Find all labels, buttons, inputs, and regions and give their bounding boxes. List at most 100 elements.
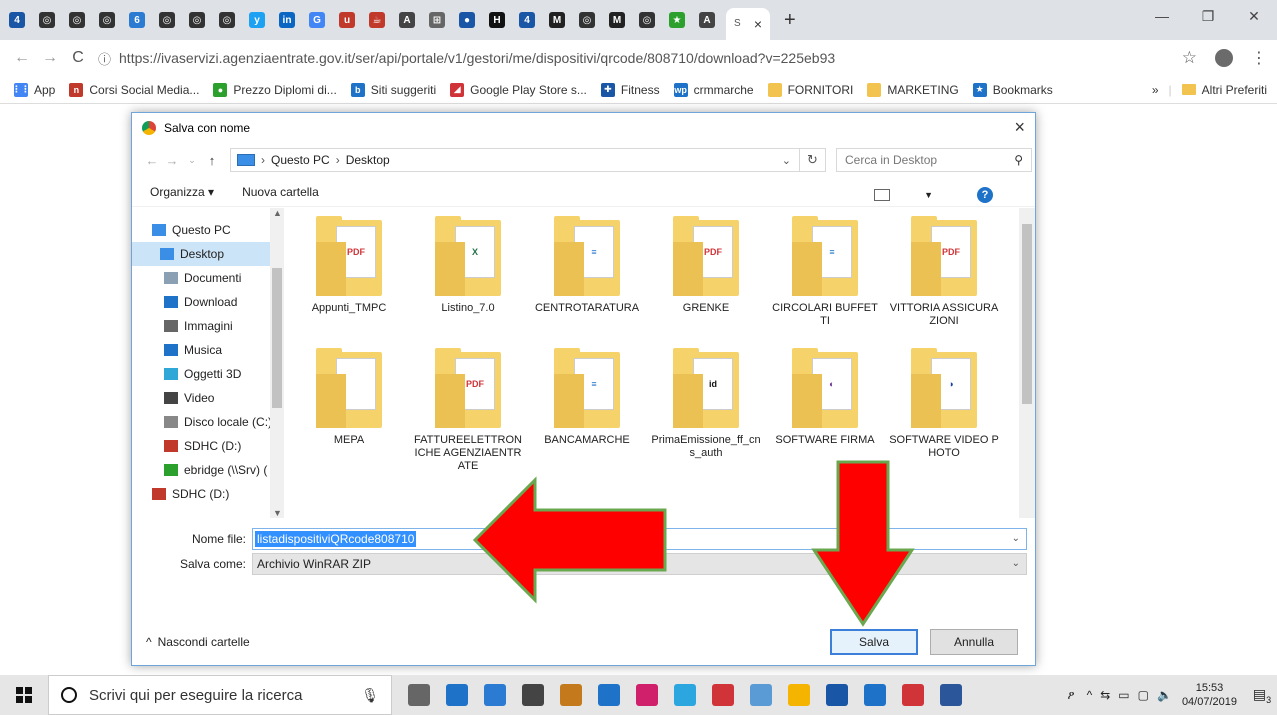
back-button[interactable]: ← (8, 49, 36, 67)
search-input[interactable]: Cerca in Desktop ⚲ (836, 148, 1032, 172)
bookmark-item[interactable]: ★ Bookmarks (972, 82, 1053, 97)
network-icon[interactable]: ⇆ (1100, 688, 1110, 702)
clock[interactable]: 15:53 04/07/2019 (1182, 681, 1237, 709)
bookmark-item[interactable]: ● Prezzo Diplomi di... (213, 82, 337, 97)
tab-item[interactable]: u (334, 6, 360, 34)
tab-item[interactable]: G (304, 6, 330, 34)
tab-item[interactable]: ◎ (214, 6, 240, 34)
dialog-close-button[interactable]: × (1014, 117, 1025, 138)
navigation-scrollbar[interactable]: ▲ ▼ (270, 208, 284, 518)
people-icon[interactable]: ዖ (1068, 688, 1075, 703)
profile-avatar[interactable] (1215, 49, 1233, 67)
taskbar-app-button[interactable] (704, 675, 742, 715)
scroll-up-icon[interactable]: ▲ (273, 208, 282, 218)
tab-item[interactable]: ◎ (634, 6, 660, 34)
files-scrollbar[interactable] (1019, 208, 1035, 518)
folder-item[interactable]: PDF FATTUREELETTRONICHE AGENZIAENTRATE (413, 348, 523, 473)
nav-item[interactable]: Musica (132, 338, 284, 362)
other-bookmarks[interactable]: Altri Preferiti (1181, 83, 1267, 97)
bookmarks-overflow-button[interactable]: » (1152, 83, 1159, 97)
breadcrumb[interactable]: › Questo PC › Desktop ⌄ (230, 148, 800, 172)
filetype-select[interactable]: Archivio WinRAR ZIP ⌄ (252, 553, 1027, 575)
nav-item[interactable]: Documenti (132, 266, 284, 290)
tab-item[interactable]: ◎ (64, 6, 90, 34)
refresh-icon[interactable]: ↻ (800, 148, 826, 172)
tab-item[interactable]: ◎ (574, 6, 600, 34)
taskbar-app-button[interactable] (590, 675, 628, 715)
tab-close-icon[interactable]: × (754, 16, 762, 32)
info-icon[interactable]: ⓘ (98, 49, 111, 68)
tab-item[interactable]: y (244, 6, 270, 34)
recent-dropdown-icon[interactable]: ⌄ (182, 155, 202, 166)
tab-item[interactable]: ● (454, 6, 480, 34)
folder-item[interactable]: MEPA (294, 348, 404, 447)
tab-item[interactable]: ★ (664, 6, 690, 34)
folder-item[interactable]: id PrimaEmissione_ff_cns_auth (651, 348, 761, 460)
tab-item[interactable]: ◎ (184, 6, 210, 34)
taskbar-app-button[interactable] (438, 675, 476, 715)
taskbar-app-button[interactable] (552, 675, 590, 715)
back-arrow-icon[interactable]: ← (142, 153, 162, 168)
taskbar-app-button[interactable] (894, 675, 932, 715)
bookmark-item[interactable]: wp crmmarche (673, 82, 754, 97)
nav-item[interactable]: SDHC (D:) (132, 482, 284, 506)
taskbar-app-button[interactable] (742, 675, 780, 715)
bookmark-item[interactable]: n Corsi Social Media... (69, 82, 199, 97)
chevron-down-icon[interactable]: ⌄ (1012, 533, 1020, 544)
bookmark-item[interactable]: b Siti suggeriti (350, 82, 436, 97)
tab-item[interactable]: A (694, 6, 720, 34)
chevron-down-icon[interactable]: ⌄ (782, 154, 791, 167)
hide-folders-toggle[interactable]: ^ Nascondi cartelle (146, 635, 250, 649)
forward-button[interactable]: → (36, 49, 64, 67)
nav-item[interactable]: Disco locale (C:) (132, 410, 284, 434)
tab-item[interactable]: ◎ (34, 6, 60, 34)
notification-center-button[interactable]: ▤3 (1247, 675, 1277, 715)
scroll-down-icon[interactable]: ▼ (273, 508, 282, 518)
organize-button[interactable]: Organizza ▾ (150, 185, 214, 199)
save-button[interactable]: Salva (830, 629, 918, 655)
chevron-down-icon[interactable]: ⌄ (1012, 558, 1020, 569)
nav-item[interactable]: Immagini (132, 314, 284, 338)
start-button[interactable] (0, 675, 48, 715)
reload-button[interactable]: C (64, 49, 92, 67)
tab-item[interactable]: ◎ (154, 6, 180, 34)
folder-item[interactable]: ◐ SOFTWARE FIRMA (770, 348, 880, 447)
maximize-button[interactable]: ❐ (1185, 0, 1231, 32)
bookmark-star-icon[interactable]: ☆ (1182, 48, 1197, 68)
bookmark-item[interactable]: MARKETING (867, 82, 959, 97)
new-tab-button[interactable]: + (784, 9, 796, 32)
scrollbar-thumb[interactable] (272, 268, 282, 408)
nav-item[interactable]: Video (132, 386, 284, 410)
taskbar-app-button[interactable] (400, 675, 438, 715)
tab-item[interactable]: 4 (4, 6, 30, 34)
tab-item[interactable]: M (604, 6, 630, 34)
tab-item[interactable]: 6 (124, 6, 150, 34)
taskbar-app-button[interactable] (780, 675, 818, 715)
filename-input[interactable]: listadispositiviQRcode808710 ⌄ (252, 528, 1027, 550)
tab-item[interactable]: ◎ (94, 6, 120, 34)
tab-item[interactable]: A (394, 6, 420, 34)
new-folder-button[interactable]: Nuova cartella (242, 185, 319, 199)
nav-item[interactable]: SDHC (D:) (132, 434, 284, 458)
battery-icon[interactable]: ▭ (1118, 688, 1129, 702)
tab-item[interactable]: ☕ (364, 6, 390, 34)
taskbar-app-button[interactable] (514, 675, 552, 715)
volume-icon[interactable]: 🔈 (1157, 688, 1172, 702)
breadcrumb-item-desktop[interactable]: Desktop (346, 153, 390, 167)
folder-item[interactable]: X Listino_7.0 (413, 216, 523, 315)
url-field[interactable]: ⓘ https://ivaservizi.agenziaentrate.gov.… (98, 49, 835, 68)
folder-item[interactable]: PDF Appunti_TMPC (294, 216, 404, 315)
chrome-menu-icon[interactable]: ⋮ (1251, 48, 1267, 68)
forward-arrow-icon[interactable]: → (162, 153, 182, 168)
breadcrumb-item-questo-pc[interactable]: Questo PC (271, 153, 330, 167)
cancel-button[interactable]: Annulla (930, 629, 1018, 655)
chevron-down-icon[interactable]: ▼ (924, 190, 933, 200)
taskbar-app-button[interactable] (856, 675, 894, 715)
scrollbar-thumb[interactable] (1022, 224, 1032, 404)
folder-item[interactable]: PDF VITTORIA ASSICURAZIONI (889, 216, 999, 328)
folder-item[interactable]: ≡ CIRCOLARI BUFFETTI (770, 216, 880, 328)
monitor-icon[interactable]: ▢ (1138, 688, 1149, 702)
microphone-icon[interactable]: 🎙 (361, 687, 379, 704)
view-options-icon[interactable] (874, 189, 891, 201)
nav-item[interactable]: ebridge (\\Srv) ( (132, 458, 284, 482)
